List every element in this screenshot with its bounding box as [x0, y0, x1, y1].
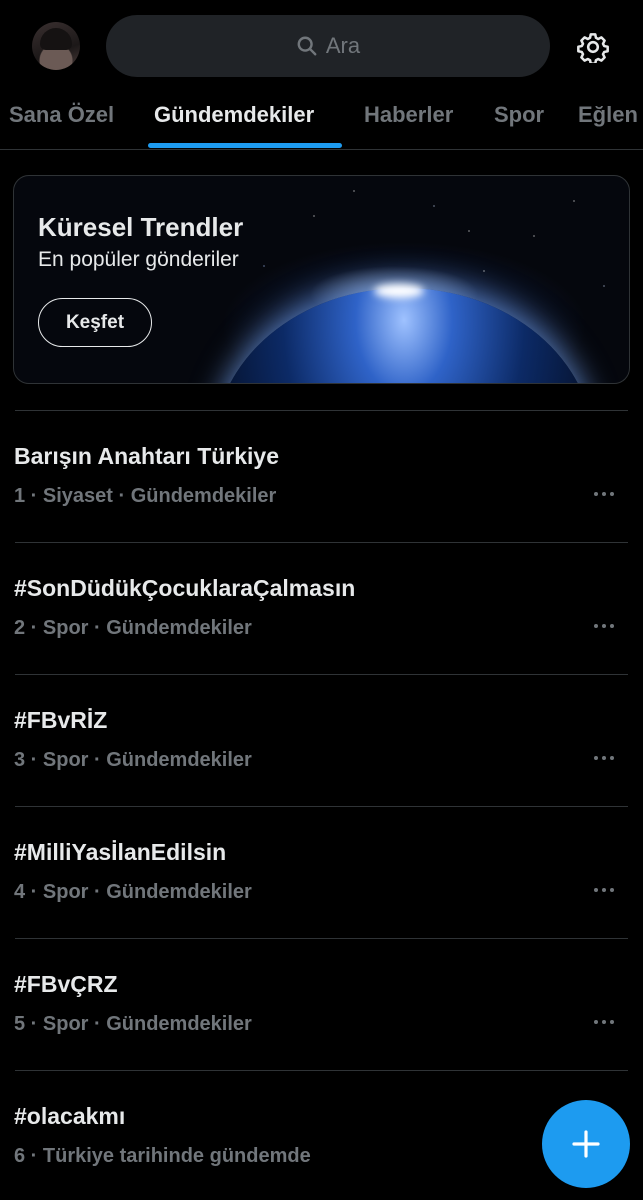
active-tab-indicator: [148, 143, 342, 148]
more-options-icon[interactable]: [592, 886, 616, 894]
trend-name: #olacakmı: [14, 1103, 126, 1129]
more-options-icon[interactable]: [592, 622, 616, 630]
gear-icon: [577, 33, 609, 63]
trend-meta: 6 · Türkiye tarihinde gündemde: [14, 1145, 311, 1167]
tab-bar: Sana Özel Gündemdekiler Haberler Spor Eğ…: [0, 92, 643, 150]
trend-name: #FBvÇRZ: [14, 971, 118, 997]
settings-button[interactable]: [575, 29, 611, 65]
trend-meta: 3 · Spor · Gündemdekiler: [14, 749, 252, 771]
more-options-icon[interactable]: [592, 1018, 616, 1026]
trend-meta: 4 · Spor · Gündemdekiler: [14, 881, 252, 903]
banner-subtitle: En popüler gönderiler: [38, 248, 239, 271]
search-box[interactable]: Ara: [106, 15, 550, 77]
top-bar: Ara: [0, 0, 643, 92]
tab-news[interactable]: Haberler: [364, 102, 453, 128]
more-options-icon[interactable]: [592, 754, 616, 762]
trend-meta: 2 · Spor · Gündemdekiler: [14, 617, 252, 639]
global-trends-banner[interactable]: Küresel Trendler En popüler gönderiler K…: [13, 175, 630, 384]
banner-title: Küresel Trendler: [38, 212, 244, 242]
trend-item[interactable]: Barışın Anahtarı Türkiye 1 · Siyaset · G…: [0, 410, 643, 542]
compose-post-button[interactable]: [542, 1100, 630, 1188]
more-options-icon[interactable]: [592, 490, 616, 498]
trend-name: Barışın Anahtarı Türkiye: [14, 443, 280, 469]
tab-trending[interactable]: Gündemdekiler: [154, 102, 314, 128]
plus-icon: [572, 1130, 600, 1158]
tab-entertainment[interactable]: Eğlen: [578, 102, 638, 128]
tab-for-you[interactable]: Sana Özel: [9, 102, 114, 128]
trend-name: #SonDüdükÇocuklaraÇalmasın: [14, 575, 356, 601]
tab-sports[interactable]: Spor: [494, 102, 544, 128]
trend-meta: 1 · Siyaset · Gündemdekiler: [14, 485, 277, 507]
search-placeholder: Ara: [325, 33, 361, 58]
avatar[interactable]: [32, 22, 80, 70]
trend-item[interactable]: #MilliYasİlanEdilsin 4 · Spor · Gündemde…: [0, 806, 643, 938]
trend-meta: 5 · Spor · Gündemdekiler: [14, 1013, 252, 1035]
search-icon: [297, 36, 317, 56]
trend-item[interactable]: #SonDüdükÇocuklaraÇalmasın 2 · Spor · Gü…: [0, 542, 643, 674]
explore-button[interactable]: Keşfet: [38, 298, 152, 347]
trend-item[interactable]: #FBvÇRZ 5 · Spor · Gündemdekiler: [0, 938, 643, 1070]
banner-sun-flare: [374, 284, 424, 298]
trend-name: #MilliYasİlanEdilsin: [14, 839, 227, 865]
avatar-hair: [40, 28, 72, 50]
trend-item[interactable]: #FBvRİZ 3 · Spor · Gündemdekiler: [0, 674, 643, 806]
trend-name: #FBvRİZ: [14, 707, 108, 733]
